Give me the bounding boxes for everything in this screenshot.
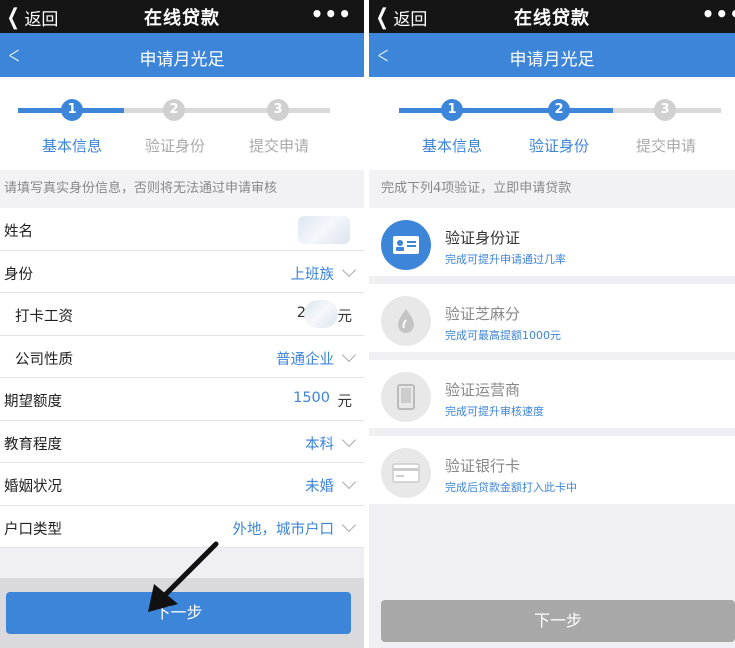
- page-header: < 申请月光足: [369, 33, 735, 77]
- field-label: 身份: [4, 266, 33, 283]
- step-label-2: 验证身份: [144, 137, 205, 155]
- step-label-3: 提交申请: [635, 137, 696, 155]
- field-label: 户口类型: [4, 521, 62, 538]
- field-marital-status[interactable]: 婚姻状况 未婚: [0, 463, 364, 506]
- field-value: 上班族: [290, 266, 335, 283]
- verify-notice: 完成下列4项验证，立即申请贷款: [369, 170, 735, 208]
- step-label-3: 提交申请: [248, 137, 309, 155]
- step-progress: 1 2 3 基本信息 验证身份 提交申请: [369, 77, 735, 170]
- page-header: < 申请月光足: [0, 33, 364, 77]
- id-card-icon: [381, 220, 431, 270]
- step-label-1: 基本信息: [421, 137, 482, 155]
- verify-item-id-card[interactable]: 验证身份证 完成可提升申请通过几率: [369, 208, 735, 284]
- verification-list: 验证身份证 完成可提升申请通过几率 验证芝麻分 完成可最高提额1000元 验证运…: [369, 208, 735, 512]
- redacted-value: [298, 216, 350, 244]
- field-label: 婚姻状况: [4, 479, 62, 495]
- chevron-down-icon: [341, 474, 357, 490]
- verify-item-title: 验证运营商: [445, 381, 521, 399]
- field-salary[interactable]: 打卡工资 2 元: [0, 293, 364, 336]
- field-company-type[interactable]: 公司性质 普通企业: [0, 336, 364, 378]
- page-title: 申请月光足: [509, 50, 595, 70]
- field-value: 本科: [305, 436, 334, 453]
- more-menu-icon[interactable]: •••: [702, 2, 735, 26]
- app-title: 在线贷款: [144, 8, 220, 29]
- sesame-icon: [381, 296, 431, 346]
- field-name[interactable]: 姓名: [0, 208, 364, 251]
- field-label: 公司性质: [15, 351, 73, 368]
- chevron-down-icon: [341, 262, 357, 277]
- field-identity[interactable]: 身份 上班族: [0, 251, 364, 293]
- step-dot-2: 2: [548, 99, 570, 121]
- verify-item-subtitle: 完成后贷款金额打入此卡中: [445, 481, 577, 494]
- field-label: 教育程度: [4, 436, 62, 453]
- phone-icon: [381, 372, 431, 422]
- field-label: 姓名: [4, 224, 33, 240]
- field-expected-amount[interactable]: 期望额度 1500 元: [0, 378, 364, 421]
- verify-item-carrier[interactable]: 验证运营商 完成可提升审核速度: [369, 360, 735, 436]
- step-line: [399, 108, 559, 113]
- redacted-value: [304, 300, 338, 328]
- verify-item-title: 验证身份证: [445, 229, 521, 247]
- field-value: 外地，城市户口: [232, 521, 335, 538]
- verify-item-subtitle: 完成可最高提额1000元: [445, 329, 561, 342]
- app-topbar: ❮ 返回 在线贷款 •••: [0, 0, 364, 33]
- step-label-1: 基本信息: [41, 137, 102, 155]
- more-menu-icon[interactable]: •••: [311, 2, 352, 26]
- step-label-2: 验证身份: [528, 137, 589, 155]
- basic-info-form: 姓名 身份 上班族 打卡工资 2 元 公司性质 普通企业 期望额度 1500 元…: [0, 208, 364, 548]
- screen-basic-info: ❮ 返回 在线贷款 ••• < 申请月光足 1 2 3 基本信息 验证身份 提交…: [0, 0, 364, 648]
- next-step-button[interactable]: 下一步: [381, 600, 735, 642]
- verify-item-bank-card[interactable]: 验证银行卡 完成后贷款金额打入此卡中: [369, 436, 735, 512]
- form-notice: 请填写真实身份信息，否则将无法通过申请审核: [0, 170, 364, 208]
- field-value: 普通企业: [276, 351, 334, 368]
- field-unit: 元: [337, 394, 353, 410]
- field-label: 期望额度: [4, 394, 62, 410]
- field-education[interactable]: 教育程度 本科: [0, 421, 364, 463]
- page-title: 申请月光足: [139, 50, 225, 70]
- step-dot-3: 3: [267, 99, 289, 121]
- field-value: 未婚: [305, 479, 334, 495]
- pointer-arrow-icon: [148, 541, 219, 612]
- bank-card-icon: [381, 448, 431, 498]
- screen-verify-identity: ❮ 返回 在线贷款 ••• < 申请月光足 1 2 3 基本信息 验证身份 提交…: [369, 0, 735, 648]
- app-topbar: ❮ 返回 在线贷款 •••: [369, 0, 735, 33]
- verify-item-title: 验证银行卡: [445, 457, 521, 475]
- field-unit: 元: [337, 309, 353, 325]
- step-progress: 1 2 3 基本信息 验证身份 提交申请: [0, 77, 364, 170]
- verify-item-title: 验证芝麻分: [445, 305, 521, 323]
- step-line: [124, 108, 330, 113]
- verify-item-subtitle: 完成可提升审核速度: [445, 405, 544, 418]
- step-dot-1: 1: [61, 99, 83, 121]
- field-label: 打卡工资: [15, 309, 73, 325]
- verify-item-subtitle: 完成可提升申请通过几率: [445, 253, 566, 266]
- field-value: 1500: [293, 390, 330, 406]
- step-dot-2: 2: [163, 99, 185, 121]
- verify-item-sesame[interactable]: 验证芝麻分 完成可最高提额1000元: [369, 284, 735, 360]
- chevron-down-icon: [341, 517, 357, 532]
- step-dot-3: 3: [654, 99, 676, 121]
- chevron-down-icon: [341, 347, 357, 362]
- chevron-down-icon: [341, 432, 357, 447]
- app-title: 在线贷款: [514, 8, 590, 29]
- step-dot-1: 1: [441, 99, 463, 121]
